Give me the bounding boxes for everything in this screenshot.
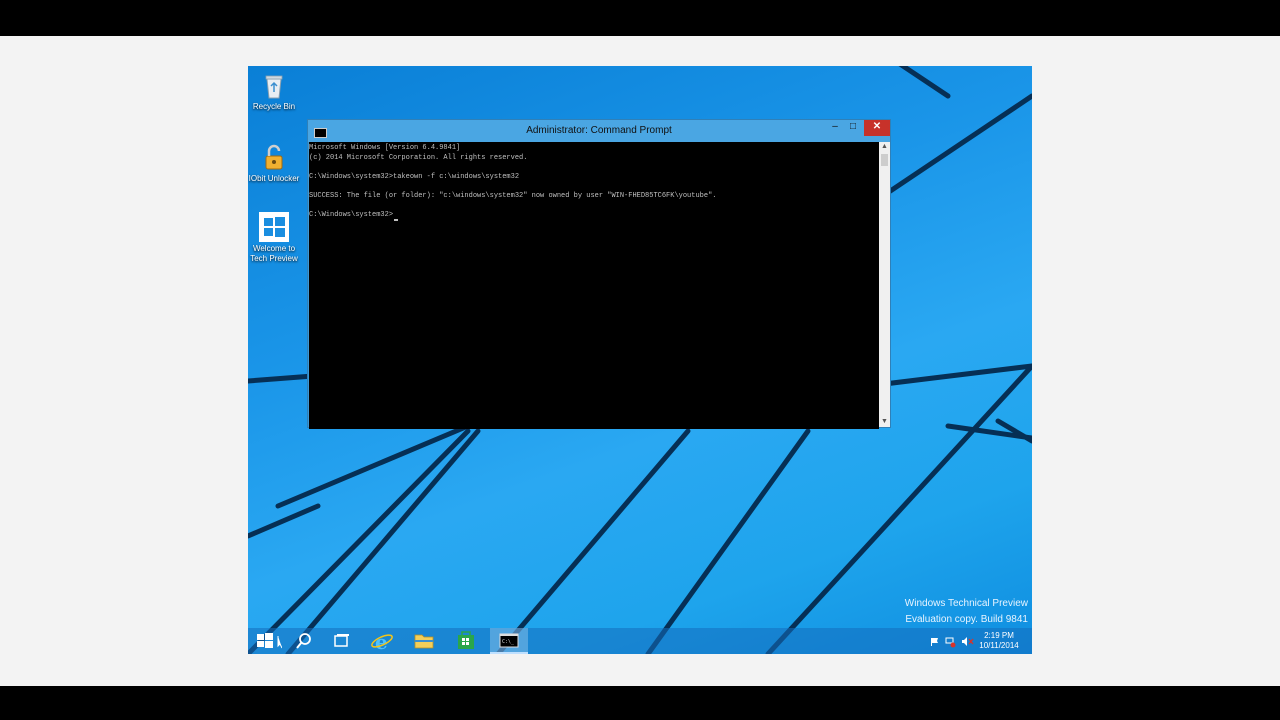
taskbar-clock[interactable]: 2:19 PM 10/11/2014 bbox=[974, 631, 1024, 651]
console-prompt: C:\Windows\system32> bbox=[309, 211, 394, 220]
console-prompt-line[interactable]: C:\Windows\system32> bbox=[309, 211, 879, 221]
console-output[interactable]: Microsoft Windows [Version 6.4.9841] (c)… bbox=[309, 142, 879, 429]
windows-logo-icon bbox=[259, 212, 289, 242]
watermark-line-2: Evaluation copy. Build 9841 bbox=[905, 614, 1028, 625]
maximize-button[interactable]: □ bbox=[845, 120, 861, 136]
vertical-scrollbar[interactable]: ▲ ▼ bbox=[879, 142, 890, 427]
svg-text:C:\_: C:\_ bbox=[502, 639, 515, 645]
evaluation-watermark: Windows Technical Preview Evaluation cop… bbox=[905, 596, 1028, 628]
console-line: SUCCESS: The file (or folder): "c:\windo… bbox=[309, 191, 717, 200]
action-center-flag-icon[interactable] bbox=[931, 638, 938, 646]
file-explorer-button[interactable] bbox=[407, 628, 441, 654]
desktop-icon-iobit-unlocker[interactable]: IObit Unlocker bbox=[248, 144, 302, 184]
scroll-thumb[interactable] bbox=[881, 154, 888, 166]
watermark-line-1: Windows Technical Preview bbox=[904, 598, 1028, 609]
start-button[interactable] bbox=[248, 628, 283, 654]
letterbox-bottom bbox=[0, 686, 1280, 720]
scroll-up-arrow[interactable]: ▲ bbox=[879, 142, 890, 152]
clock-date: 10/11/2014 bbox=[979, 641, 1019, 650]
task-view-button[interactable] bbox=[324, 628, 358, 654]
desktop-icon-welcome-tech-preview[interactable]: Welcome to Tech Preview bbox=[248, 212, 302, 264]
console-line: C:\Windows\system32>takeown -f c:\window… bbox=[309, 172, 520, 181]
clock-time: 2:19 PM bbox=[984, 631, 1014, 640]
command-prompt-button[interactable]: C:\_ bbox=[490, 628, 528, 654]
window-titlebar[interactable]: Administrator: Command Prompt – □ ✕ bbox=[308, 120, 890, 142]
internet-explorer-icon: e bbox=[371, 630, 393, 654]
store-button[interactable] bbox=[449, 628, 483, 654]
search-button[interactable] bbox=[286, 628, 320, 654]
task-view-icon bbox=[334, 634, 349, 647]
svg-text:e: e bbox=[375, 630, 388, 654]
window-title: Administrator: Command Prompt bbox=[526, 125, 672, 136]
folder-icon bbox=[414, 634, 434, 649]
network-icon[interactable] bbox=[945, 637, 956, 648]
taskbar: e C:\_ 2:19 PM 10/11/2014 bbox=[248, 628, 1032, 654]
command-prompt-window[interactable]: Administrator: Command Prompt – □ ✕ Micr… bbox=[307, 119, 891, 429]
letterbox-top bbox=[0, 0, 1280, 36]
console-line: Microsoft Windows [Version 6.4.9841] bbox=[309, 144, 461, 152]
system-tray bbox=[928, 628, 978, 654]
internet-explorer-button[interactable]: e bbox=[365, 628, 399, 654]
desktop-icon-recycle-bin[interactable]: Recycle Bin bbox=[248, 72, 302, 112]
scroll-down-arrow[interactable]: ▼ bbox=[879, 417, 890, 427]
close-button[interactable]: ✕ bbox=[864, 120, 890, 136]
volume-muted-icon[interactable] bbox=[962, 637, 974, 646]
store-icon bbox=[458, 631, 474, 649]
iobit-unlocker-icon bbox=[260, 144, 288, 172]
search-icon bbox=[296, 633, 311, 649]
console-line: (c) 2014 Microsoft Corporation. All righ… bbox=[309, 153, 528, 162]
minimize-button[interactable]: – bbox=[827, 120, 843, 136]
command-prompt-icon: C:\_ bbox=[499, 633, 519, 648]
windows-logo-icon bbox=[257, 633, 283, 649]
text-cursor bbox=[394, 218, 399, 221]
recycle-bin-icon bbox=[260, 72, 288, 100]
